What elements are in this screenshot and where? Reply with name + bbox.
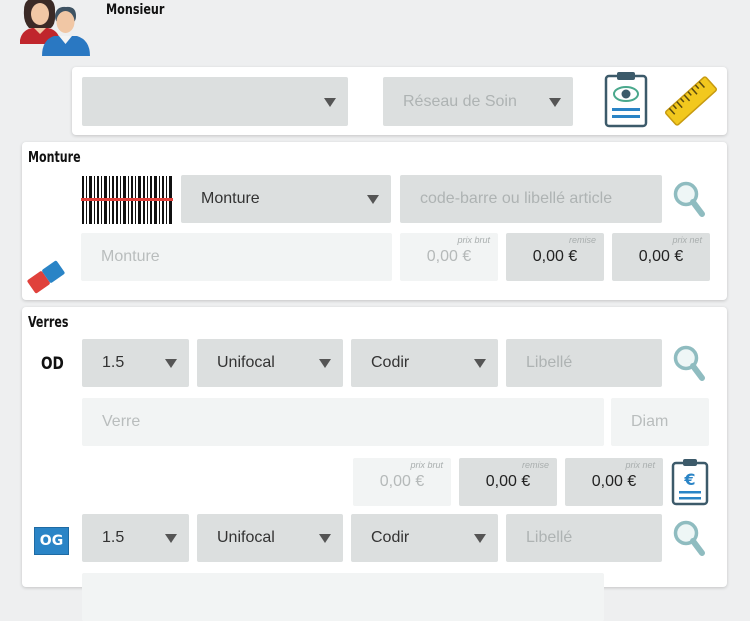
prescription-button[interactable] (602, 70, 650, 128)
chevron-down-icon (474, 359, 486, 368)
og-label[interactable]: OG (34, 527, 69, 555)
search-icon (673, 181, 705, 217)
od-brand-value: Codir (371, 354, 410, 371)
prix-net-label: prix net (672, 235, 702, 245)
patient-name: Monsieur (106, 2, 165, 18)
monture-prix-brut: prix brut 0,00 € (400, 233, 498, 281)
og-index-value: 1.5 (102, 529, 125, 546)
og-search-button[interactable] (672, 518, 706, 558)
measure-button[interactable] (662, 73, 720, 129)
chevron-down-icon (319, 359, 331, 368)
chevron-down-icon (165, 359, 177, 368)
chevron-down-icon (549, 97, 561, 107)
barcode-icon (81, 176, 173, 224)
chevron-down-icon (165, 534, 177, 543)
og-brand-value: Codir (371, 529, 410, 546)
remise-value: 0,00 € (485, 473, 531, 490)
chevron-down-icon (367, 195, 379, 204)
monture-card: Monture Monture code-barre ou libellé ar… (22, 142, 727, 300)
svg-text:€: € (683, 470, 695, 489)
od-search-button[interactable] (672, 343, 706, 383)
network-select-label: Réseau de Soin (403, 92, 517, 110)
prix-brut-value: 0,00 € (379, 473, 425, 490)
od-libelle-input[interactable]: Libellé (506, 339, 662, 387)
og-libelle-input[interactable]: Libellé (506, 514, 662, 562)
og-libelle-placeholder: Libellé (526, 529, 573, 546)
prix-brut-label: prix brut (457, 235, 490, 245)
monture-type-select[interactable]: Monture (181, 175, 391, 223)
verres-card: Verres OD 1.5 Unifocal Codir Libellé Ver… (22, 307, 727, 621)
od-index-value: 1.5 (102, 354, 125, 371)
remise-label: remise (521, 460, 549, 470)
og-index-select[interactable]: 1.5 (82, 514, 189, 562)
search-icon (673, 345, 705, 381)
og-brand-select[interactable]: Codir (351, 514, 498, 562)
od-verre-placeholder: Verre (102, 413, 141, 430)
od-brand-select[interactable]: Codir (351, 339, 498, 387)
verres-title: Verres (28, 313, 69, 331)
prix-net-label: prix net (625, 460, 655, 470)
prix-brut-value: 0,00 € (426, 248, 472, 265)
barcode-scan-button[interactable] (81, 176, 173, 224)
article-search-button[interactable] (672, 179, 706, 219)
chevron-down-icon (319, 534, 331, 543)
top-bar-card: Réseau de Soin (72, 67, 727, 135)
couple-avatar-icon (20, 0, 90, 56)
od-prix-net[interactable]: prix net 0,00 € (565, 458, 663, 506)
search-icon (673, 520, 705, 556)
ruler-icon (664, 76, 718, 126)
euro-clipboard-icon: € (671, 459, 709, 506)
od-prix-brut: prix brut 0,00 € (353, 458, 451, 506)
clear-monture-button[interactable] (26, 258, 66, 296)
chevron-down-icon (324, 97, 336, 107)
monture-title: Monture (28, 148, 81, 166)
og-type-value: Unifocal (217, 529, 275, 546)
prix-brut-label: prix brut (410, 460, 443, 470)
monture-remise[interactable]: remise 0,00 € (506, 233, 604, 281)
chevron-down-icon (474, 534, 486, 543)
organism-select[interactable] (82, 77, 348, 126)
od-type-select[interactable]: Unifocal (197, 339, 343, 387)
monture-name-placeholder: Monture (101, 248, 160, 265)
od-index-select[interactable]: 1.5 (82, 339, 189, 387)
remise-label: remise (568, 235, 596, 245)
article-search-placeholder: code-barre ou libellé article (420, 190, 613, 207)
pricing-button[interactable]: € (671, 458, 709, 506)
og-type-select[interactable]: Unifocal (197, 514, 343, 562)
network-select[interactable]: Réseau de Soin (383, 77, 573, 126)
od-verre-input[interactable]: Verre (82, 398, 604, 446)
eye-prescription-icon (604, 72, 648, 128)
patient-avatar[interactable] (18, 0, 92, 56)
prix-net-value: 0,00 € (591, 473, 637, 490)
prix-net-value: 0,00 € (638, 248, 684, 265)
article-search-input[interactable]: code-barre ou libellé article (400, 175, 662, 223)
od-diam-input[interactable]: Diam (611, 398, 709, 446)
monture-type-value: Monture (201, 190, 260, 207)
od-libelle-placeholder: Libellé (526, 354, 573, 371)
monture-prix-net[interactable]: prix net 0,00 € (612, 233, 710, 281)
od-remise[interactable]: remise 0,00 € (459, 458, 557, 506)
od-type-value: Unifocal (217, 354, 275, 371)
monture-name-input[interactable]: Monture (81, 233, 392, 281)
od-diam-placeholder: Diam (631, 413, 669, 430)
eraser-icon (27, 260, 65, 294)
remise-value: 0,00 € (532, 248, 578, 265)
og-verre-input[interactable] (82, 573, 604, 621)
od-label: OD (41, 354, 64, 374)
